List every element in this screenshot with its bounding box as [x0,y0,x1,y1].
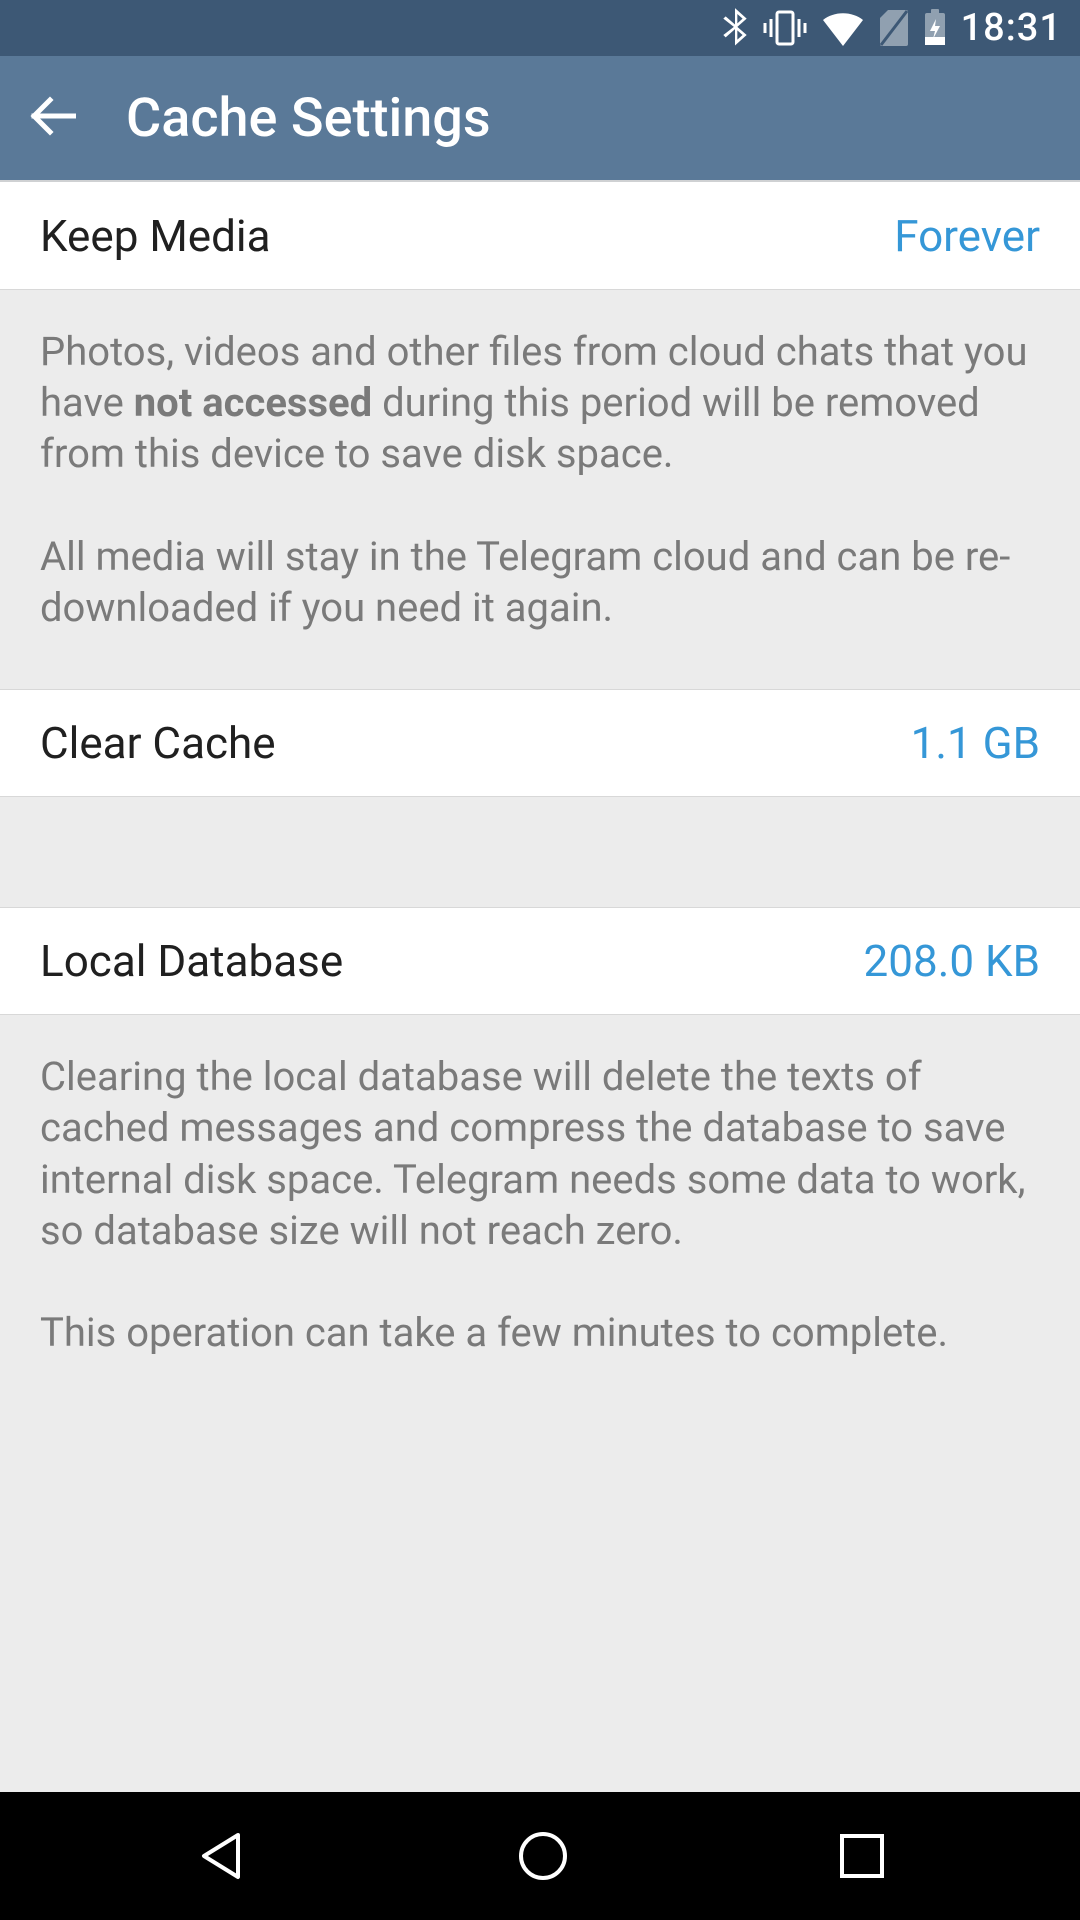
keep-media-label: Keep Media [40,210,271,262]
local-database-row[interactable]: Local Database 208.0 KB [0,907,1080,1015]
vibrate-icon [763,10,807,46]
no-sim-icon [879,9,909,47]
desc-text: All media will stay in the Telegram clou… [40,531,1040,633]
desc-text-bold: not accessed [134,379,372,426]
status-time: 18:31 [961,6,1062,50]
nav-back-button[interactable] [192,1827,250,1885]
keep-media-row[interactable]: Keep Media Forever [0,182,1080,290]
clear-cache-row[interactable]: Clear Cache 1.1 GB [0,689,1080,797]
local-database-label: Local Database [40,935,343,987]
desc-text: Clearing the local database will delete … [40,1051,1040,1256]
clear-cache-label: Clear Cache [40,717,276,769]
status-bar: 18:31 [0,0,1080,56]
system-nav-bar [0,1792,1080,1920]
app-bar: Cache Settings [0,56,1080,182]
page-title: Cache Settings [126,87,491,150]
local-database-description: Clearing the local database will delete … [0,1015,1080,1414]
desc-text: This operation can take a few minutes to… [40,1307,1040,1358]
back-icon[interactable] [30,93,76,143]
nav-recents-button[interactable] [836,1830,888,1882]
nav-home-button[interactable] [514,1827,572,1885]
wifi-icon [821,10,865,46]
local-database-value: 208.0 KB [864,935,1040,987]
clear-cache-value: 1.1 GB [911,717,1040,769]
section-gap [0,797,1080,907]
keep-media-value: Forever [894,210,1040,262]
battery-charging-icon [923,9,947,47]
keep-media-description: Photos, videos and other files from clou… [0,290,1080,689]
bluetooth-icon [721,8,749,48]
content: Keep Media Forever Photos, videos and ot… [0,182,1080,1792]
